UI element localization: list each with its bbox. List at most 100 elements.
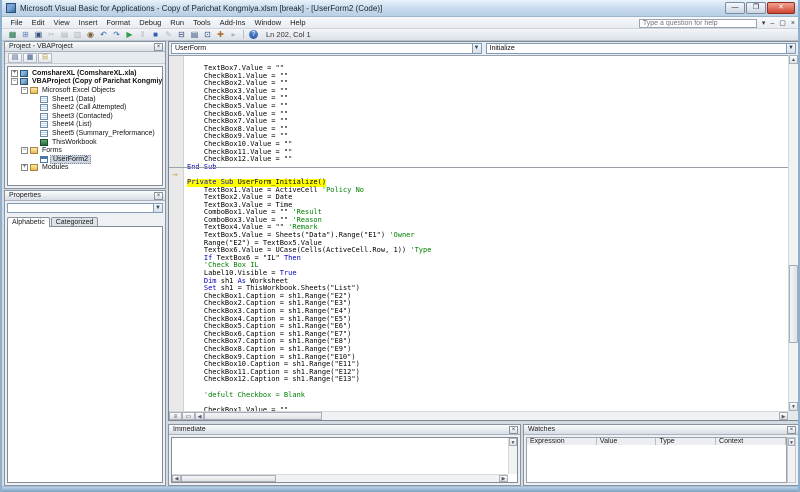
code-line[interactable]: ComboBox3.Value = "" 'Reason	[169, 209, 788, 217]
object-dropdown[interactable]: UserForm ▼	[171, 43, 482, 54]
properties-window-icon[interactable]: ▤	[189, 30, 200, 40]
code-line[interactable]: TextBox2.Value = Date	[169, 186, 788, 194]
menu-tools[interactable]: Tools	[189, 17, 216, 29]
code-line[interactable]: CheckBox11.Value = ""	[169, 141, 788, 149]
code-line[interactable]: CheckBox5.Value = ""	[169, 95, 788, 103]
code-line[interactable]: If TextBox6 = "IL" Then	[169, 247, 788, 255]
code-line[interactable]: CheckBox10.Value = ""	[169, 133, 788, 141]
code-line[interactable]: Dim sh1 As Worksheet	[169, 270, 788, 278]
code-line[interactable]: TextBox1.Value = ActiveCell 'Policy No	[169, 179, 788, 187]
code-line[interactable]: TextBox3.Value = Time	[169, 194, 788, 202]
watches-column-type[interactable]: Type	[656, 438, 716, 445]
properties-close-icon[interactable]: ×	[154, 192, 163, 200]
project-explorer-close-icon[interactable]: ×	[154, 43, 163, 51]
code-line[interactable]: CheckBox9.Caption = sh1.Range("E10")	[169, 346, 788, 354]
scroll-right-icon[interactable]: ▶	[779, 412, 788, 420]
code-line[interactable]	[169, 376, 788, 384]
redo-icon[interactable]: ↷	[111, 30, 122, 40]
immediate-vertical-scrollbar[interactable]: ▲ ▼	[508, 438, 517, 474]
vertical-scroll-thumb[interactable]	[789, 265, 798, 343]
save-icon[interactable]: ▣	[33, 30, 44, 40]
tree-item-microsoft-excel-objects[interactable]: −Microsoft Excel Objects	[8, 86, 162, 95]
code-line[interactable]: 'defult Checkbox = Blank	[169, 384, 788, 392]
watches-list[interactable]	[526, 445, 787, 483]
code-line[interactable]: CheckBox8.Value = ""	[169, 118, 788, 126]
properties-header[interactable]: Properties ×	[5, 191, 165, 201]
close-button[interactable]: ✕	[767, 2, 795, 14]
tree-item-forms[interactable]: −Forms	[8, 146, 162, 155]
view-microsoft-excel-icon[interactable]: ▦	[7, 30, 18, 40]
code-editor[interactable]: TextBox7.Value = "" CheckBox1.Value = ""…	[169, 55, 788, 411]
tree-item-userform2[interactable]: UserForm2	[8, 155, 162, 164]
code-line[interactable]: Set sh1 = ThisWorkbook.Sheets("List")	[169, 277, 788, 285]
code-line[interactable]: CheckBox9.Value = ""	[169, 125, 788, 133]
code-line[interactable]: TextBox4.Value = "" 'Remark	[169, 216, 788, 224]
scroll-right-icon[interactable]: ▶	[499, 475, 508, 482]
code-line[interactable]: CheckBox7.Caption = sh1.Range("E8")	[169, 330, 788, 338]
code-line[interactable]: CheckBox7.Value = ""	[169, 110, 788, 118]
collapse-icon[interactable]: −	[21, 87, 28, 94]
project-explorer-icon[interactable]: ⊟	[176, 30, 187, 40]
code-line[interactable]: CheckBox1.Caption = sh1.Range("E2")	[169, 285, 788, 293]
tree-item-comsharexl-comsharexl-xla[interactable]: +ComshareXL (ComshareXL.xla)	[8, 69, 162, 78]
code-line[interactable]: CheckBox10.Caption = sh1.Range("E11")	[169, 353, 788, 361]
tab-alphabetic[interactable]: Alphabetic	[7, 217, 50, 227]
title-bar[interactable]: Microsoft Visual Basic for Applications …	[2, 0, 798, 17]
watches-column-value[interactable]: Value	[597, 438, 657, 445]
undo-icon[interactable]: ↶	[98, 30, 109, 40]
code-line[interactable]: CheckBox6.Caption = sh1.Range("E7")	[169, 323, 788, 331]
code-line[interactable]: TextBox7.Value = ""	[169, 57, 788, 65]
watches-header[interactable]: Watches ×	[524, 425, 798, 435]
watches-vertical-scrollbar[interactable]: ▲ ▼	[787, 437, 796, 483]
immediate-input-area[interactable]: ▲ ▼ ◀ ▶	[171, 437, 518, 483]
project-explorer-header[interactable]: Project - VBAProject ×	[5, 42, 165, 52]
expand-icon[interactable]: +	[21, 164, 28, 171]
chevron-down-icon[interactable]: ▼	[153, 204, 162, 212]
immediate-close-icon[interactable]: ×	[509, 426, 518, 434]
tree-item-sheet5-summary-preformance[interactable]: Sheet5 (Summary_Preformance)	[8, 129, 162, 138]
code-line[interactable]: CheckBox2.Value = ""	[169, 72, 788, 80]
code-line[interactable]: CheckBox11.Caption = sh1.Range("E12")	[169, 361, 788, 369]
mdi-close-icon[interactable]: ×	[791, 19, 795, 28]
code-line[interactable]: 'Check Box IL	[169, 254, 788, 262]
scroll-up-icon[interactable]: ▲	[789, 55, 798, 64]
view-code-icon[interactable]: ▤	[8, 53, 22, 63]
code-line[interactable]: CheckBox3.Value = ""	[169, 80, 788, 88]
menu-debug[interactable]: Debug	[135, 17, 166, 29]
object-browser-icon[interactable]: ⊡	[202, 30, 213, 40]
code-line[interactable]	[169, 163, 788, 171]
help-search-input[interactable]	[639, 19, 757, 28]
toolbox-icon[interactable]: ✚	[215, 30, 226, 40]
code-line[interactable]: CheckBox12.Value = ""	[169, 148, 788, 156]
minimize-button[interactable]: —	[725, 2, 745, 14]
chevron-down-icon[interactable]: ▼	[472, 44, 481, 53]
horizontal-scroll-thumb[interactable]	[181, 475, 276, 482]
menu-insert[interactable]: Insert	[74, 17, 102, 29]
chevron-down-icon[interactable]: ▼	[786, 44, 795, 53]
run-icon[interactable]: ▶	[124, 30, 135, 40]
menu-view[interactable]: View	[49, 17, 74, 29]
code-line[interactable]: CheckBox12.Caption = sh1.Range("E13")	[169, 368, 788, 376]
mdi-minimize-icon[interactable]: –	[770, 19, 774, 28]
code-line[interactable]: End Sub	[169, 156, 788, 164]
code-line-execution-point[interactable]: Private Sub UserForm_Initialize()	[169, 171, 788, 179]
code-vertical-scrollbar[interactable]: ▲ ▼	[788, 55, 798, 411]
watches-close-icon[interactable]: ×	[787, 426, 796, 434]
reset-icon[interactable]: ■	[150, 30, 161, 40]
scroll-down-icon[interactable]: ▼	[509, 438, 517, 446]
tree-item-vbaproject-copy-of-parichat-kongmiya-xlsm[interactable]: −VBAProject (Copy of Parichat Kongmiya.x…	[8, 78, 162, 87]
code-line[interactable]	[169, 391, 788, 399]
toggle-folders-icon[interactable]: ⊟	[38, 53, 52, 63]
tree-item-sheet4-list[interactable]: Sheet4 (List)	[8, 121, 162, 130]
help-icon[interactable]: ?	[249, 30, 258, 39]
code-line[interactable]: TextBox6.Value = UCase(Cells(ActiveCell.…	[169, 239, 788, 247]
tree-item-sheet1-data[interactable]: Sheet1 (Data)	[8, 95, 162, 104]
menu-help[interactable]: Help	[286, 17, 310, 29]
tree-item-sheet3-contacted[interactable]: Sheet3 (Contacted)	[8, 112, 162, 121]
restore-button[interactable]: ❐	[746, 2, 766, 14]
horizontal-scroll-thumb[interactable]	[204, 412, 322, 420]
menu-format[interactable]: Format	[102, 17, 135, 29]
collapse-icon[interactable]: −	[21, 147, 28, 154]
tree-item-thisworkbook[interactable]: ThisWorkbook	[8, 138, 162, 147]
code-line[interactable]: CheckBox3.Caption = sh1.Range("E4")	[169, 300, 788, 308]
